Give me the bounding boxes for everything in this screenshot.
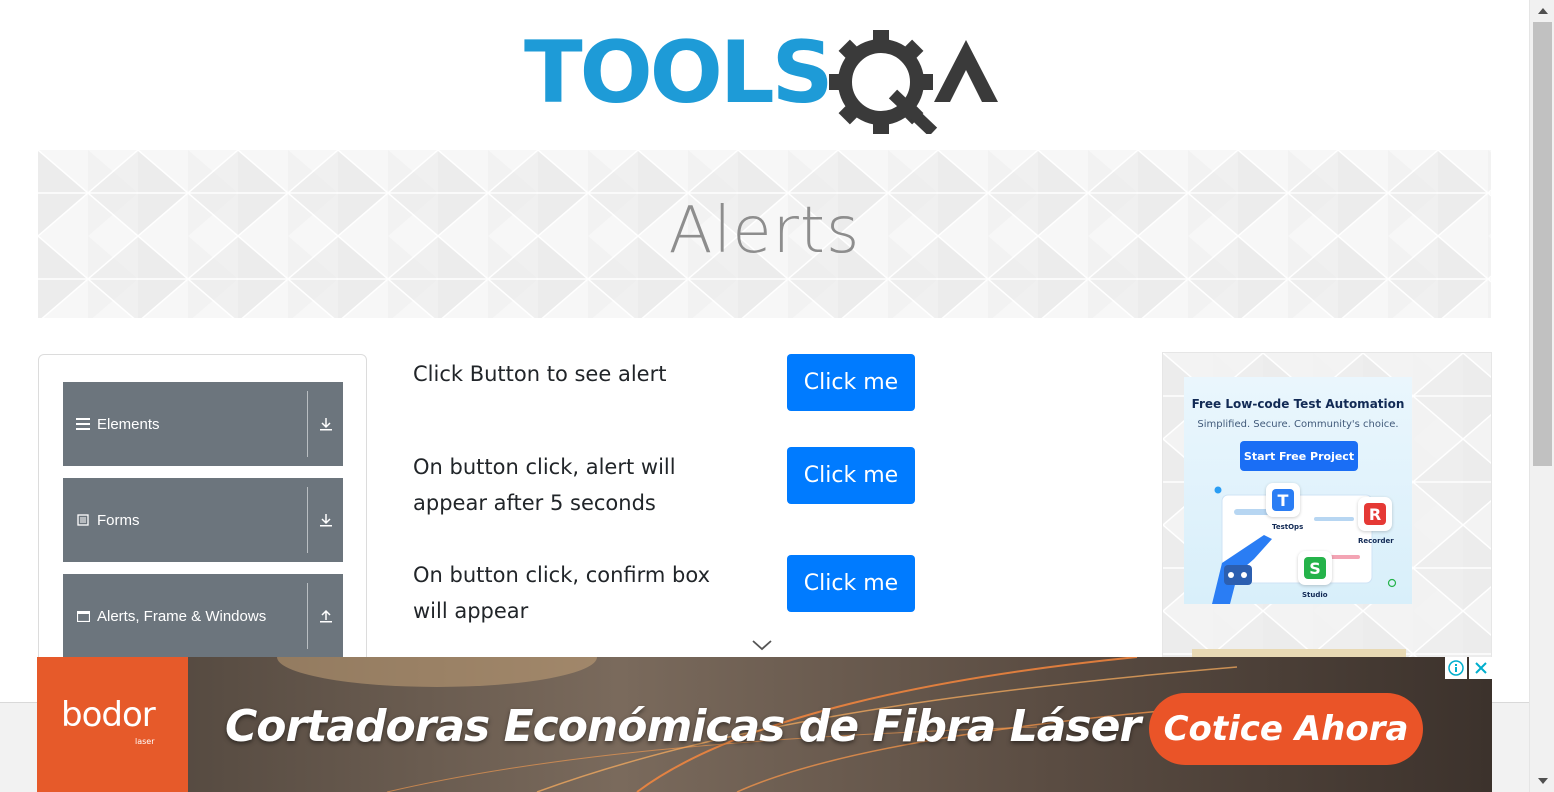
confirm-row-text: On button click, confirm box will appear	[413, 563, 711, 623]
timer-alert-row-text: On button click, alert will appear after…	[413, 455, 676, 515]
page-title: Alerts	[668, 194, 861, 268]
download-arrow-icon	[308, 513, 343, 527]
chevron-down-icon[interactable]	[751, 637, 773, 653]
ad-headline-text: Cortadoras Económicas de Fibra Láser	[225, 701, 1141, 752]
alert-row-text: Click Button to see alert	[413, 362, 667, 386]
toolsqa-logo[interactable]: TOOLS QA	[524, 22, 1014, 137]
scrollbar-thumb[interactable]	[1533, 22, 1552, 466]
recorder-tile: R	[1358, 497, 1392, 531]
group-label: Alerts, Frame & Windows	[97, 607, 267, 625]
ad-creative[interactable]: Free Low-code Test Automation Simplified…	[1184, 377, 1412, 604]
group-label: Elements	[97, 415, 160, 433]
group-label: Forms	[97, 511, 140, 529]
timer-alert-button[interactable]: Click me	[787, 447, 915, 504]
group-header-elements[interactable]: Elements	[63, 382, 343, 466]
menu-icon	[76, 418, 90, 430]
bodor-logo-panel: bodor laser	[37, 657, 188, 792]
page-banner: Alerts	[38, 150, 1491, 318]
form-icon	[76, 514, 90, 526]
ad-close-icon[interactable]	[1469, 657, 1492, 679]
page: TOOLS QA	[0, 0, 1554, 792]
download-arrow-icon	[308, 417, 343, 431]
alert-button[interactable]: Click me	[787, 354, 915, 411]
group-header-alerts-frame-windows[interactable]: Alerts, Frame & Windows	[63, 574, 343, 658]
bottom-advertisement[interactable]: bodor laser Cortadoras Económicas de Fib…	[37, 657, 1492, 792]
studio-tile: S	[1298, 551, 1332, 585]
testops-tile: T	[1266, 483, 1300, 517]
logo-tools-text: TOOLS	[524, 23, 831, 123]
confirm-button[interactable]: Click me	[787, 555, 915, 612]
gear-icon	[829, 30, 938, 137]
vertical-scrollbar[interactable]	[1529, 0, 1554, 792]
recorder-label: Recorder	[1358, 537, 1394, 545]
scroll-down-arrow-icon[interactable]	[1530, 770, 1554, 792]
studio-label: Studio	[1302, 591, 1328, 599]
group-header-forms[interactable]: Forms	[63, 478, 343, 562]
window-icon	[76, 610, 90, 622]
testops-label: TestOps	[1272, 523, 1304, 531]
cotice-ahora-button[interactable]: Cotice Ahora	[1149, 693, 1423, 765]
side-advertisement[interactable]: Free Low-code Test Automation Simplified…	[1162, 352, 1492, 662]
bodor-logo: bodor	[61, 695, 156, 735]
upload-arrow-icon	[308, 609, 343, 623]
logo-a-shape	[934, 40, 998, 102]
ad-info-icon[interactable]	[1445, 657, 1467, 679]
scroll-up-arrow-icon[interactable]	[1530, 0, 1554, 22]
bodor-logo-sub: laser	[135, 737, 155, 746]
